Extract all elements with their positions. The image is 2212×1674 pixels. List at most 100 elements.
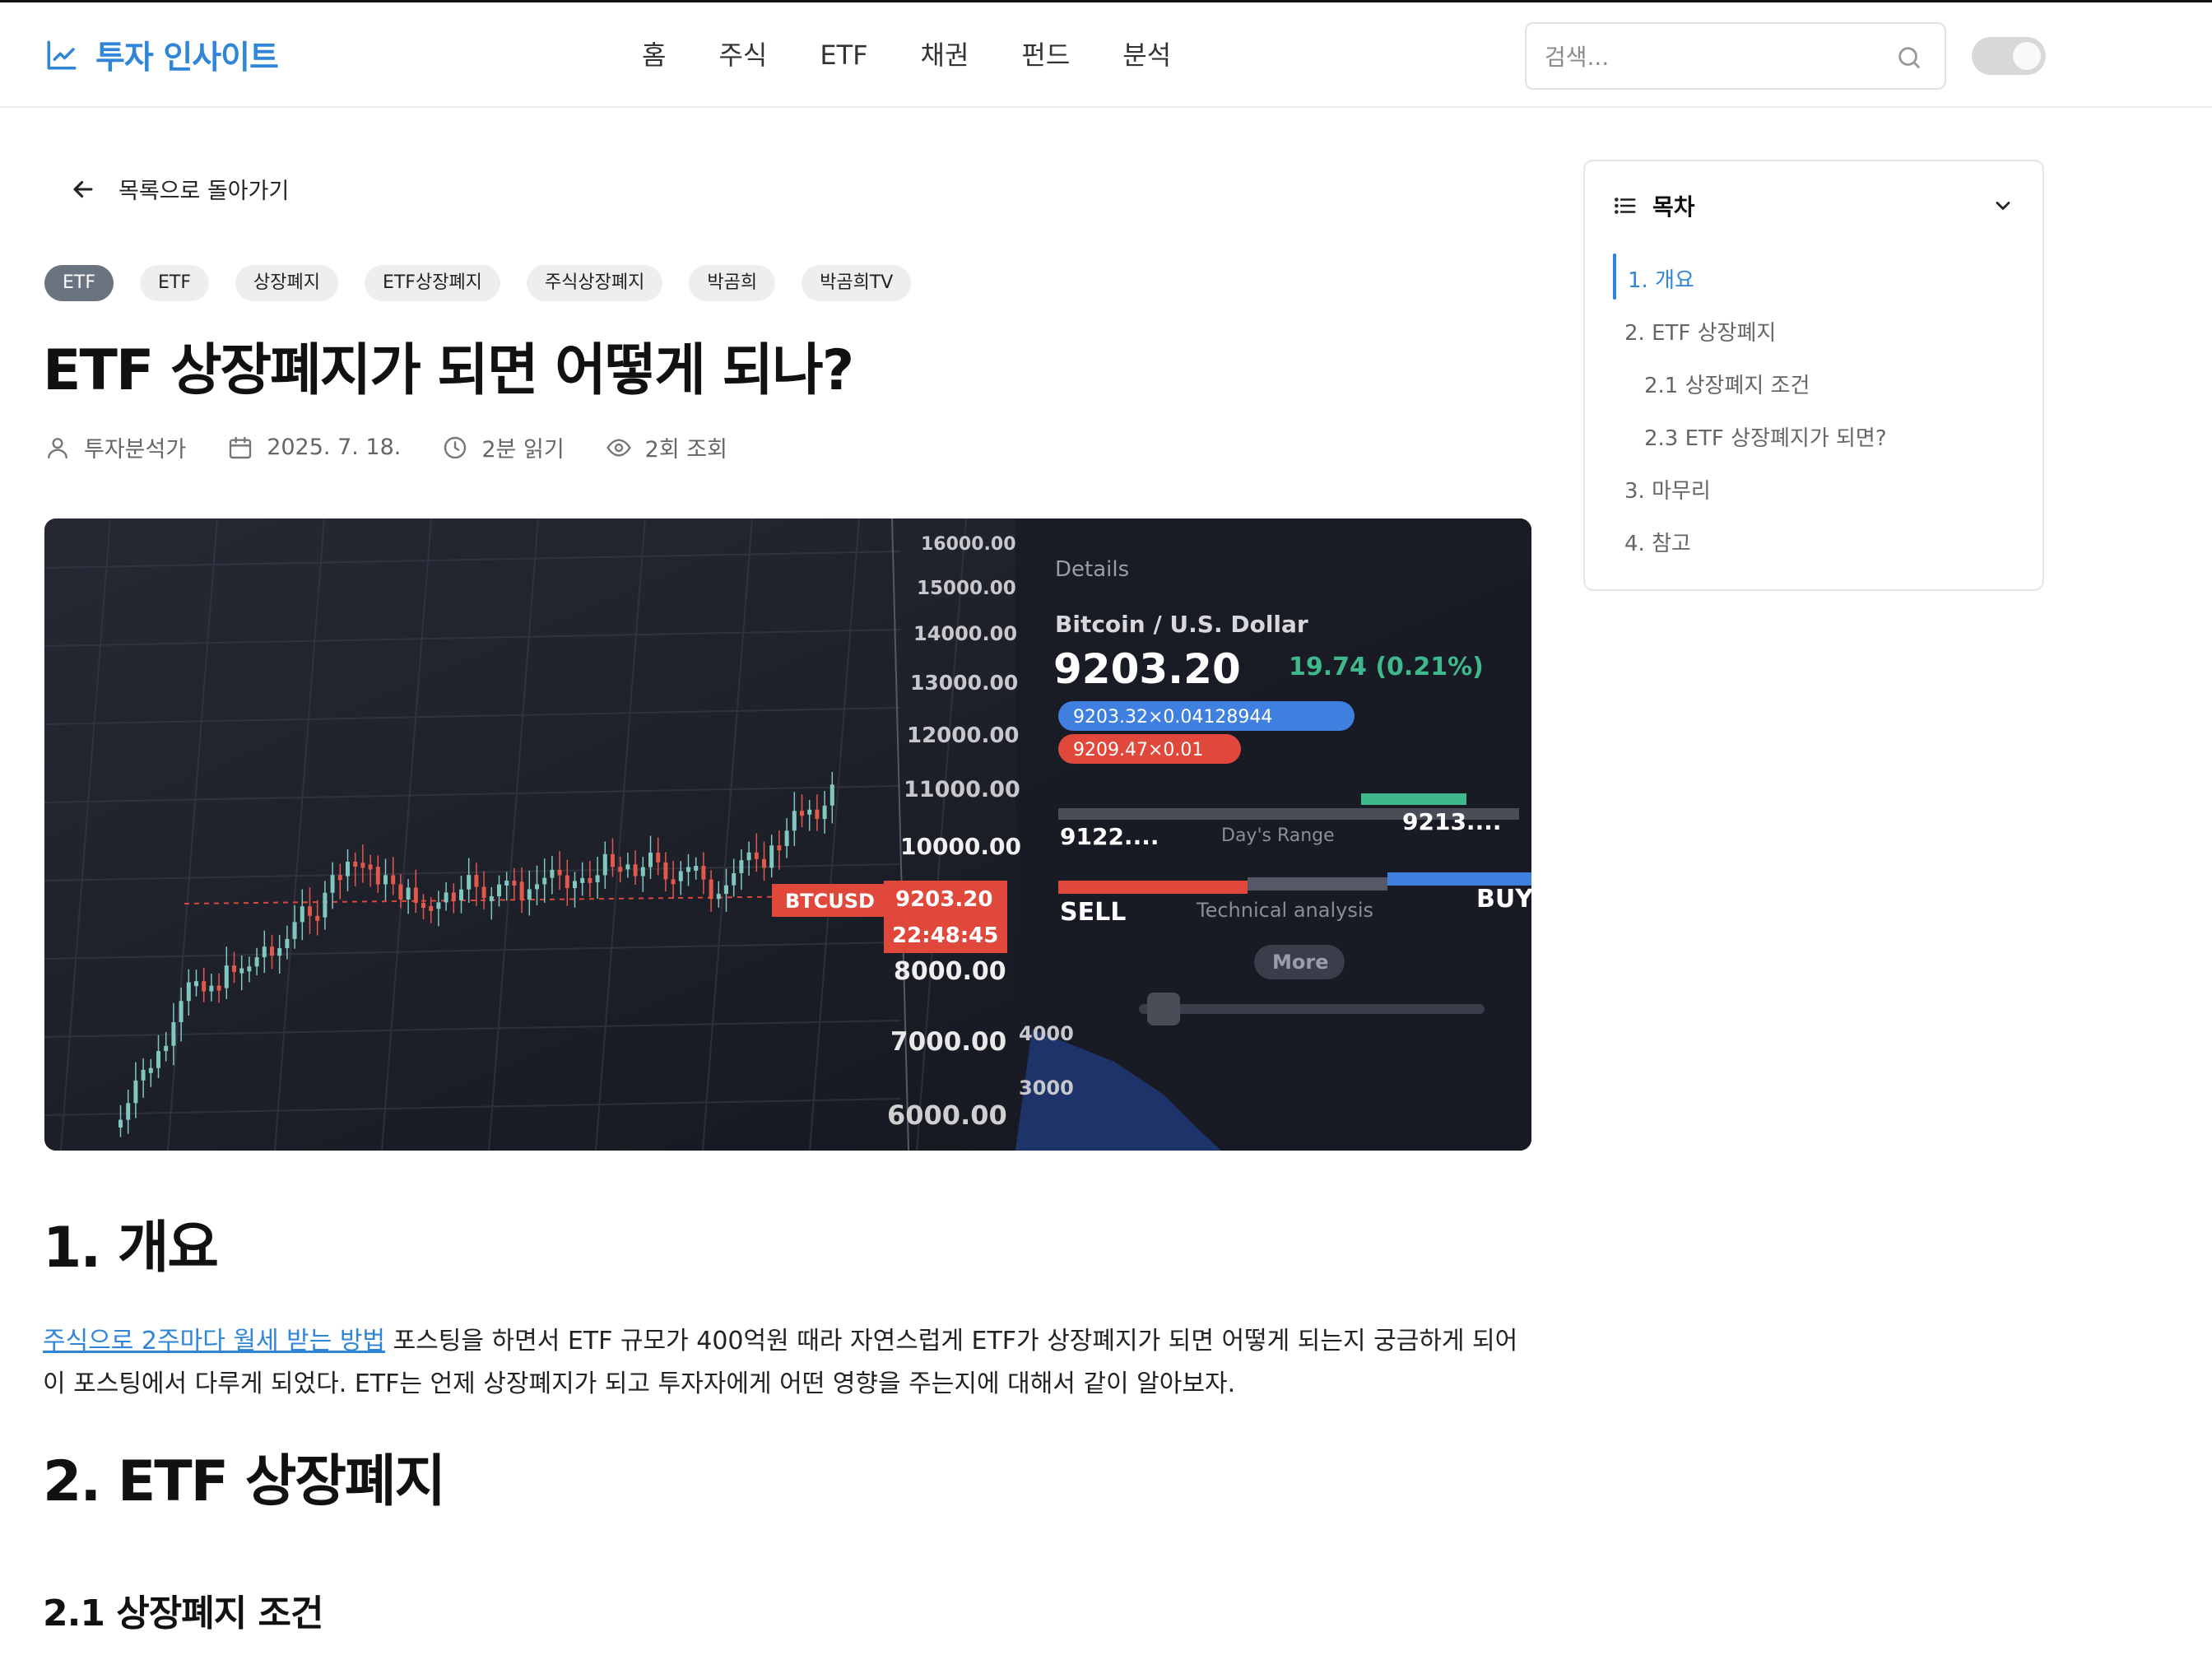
candle-body xyxy=(360,863,365,868)
price-tick: 14000.00 xyxy=(913,622,1017,645)
back-to-list-link[interactable]: 목록으로 돌아가기 xyxy=(69,173,289,205)
nav-item-home[interactable]: 홈 xyxy=(642,34,666,77)
candle-body xyxy=(716,894,721,900)
candle-body xyxy=(398,884,403,900)
search-icon[interactable] xyxy=(1895,44,1923,72)
candle-body xyxy=(709,879,713,900)
candle-body xyxy=(732,872,737,886)
candle-body xyxy=(656,852,661,863)
nav-item-funds[interactable]: 펀드 xyxy=(1021,34,1070,77)
view-count: 2회 조회 xyxy=(644,437,727,463)
more-label: More xyxy=(1272,951,1328,974)
section-paragraph: 주식으로 2주마다 월세 받는 방법 포스팅을 하면서 ETF 규모가 400억… xyxy=(43,1320,1532,1406)
candle-body xyxy=(769,845,774,868)
meta-date: 2025. 7. 18. xyxy=(227,435,401,461)
time-tag: 22:48:45 xyxy=(892,923,998,948)
candle-body xyxy=(815,809,820,820)
chevron-down-icon[interactable] xyxy=(1991,194,2014,217)
toc-item[interactable]: 2.3 ETF 상장폐지가 되면? xyxy=(1644,421,1887,452)
price-tick: 15000.00 xyxy=(917,578,1016,599)
candle-body xyxy=(148,1067,153,1073)
candle-body xyxy=(611,853,615,867)
section-heading-overview: 1. 개요 xyxy=(43,1216,219,1281)
zoom-slider-handle xyxy=(1147,993,1180,1025)
candle-body xyxy=(459,889,463,900)
nav-item-bonds[interactable]: 채권 xyxy=(921,34,969,77)
range-fill xyxy=(1361,793,1466,805)
buy-label: BUY xyxy=(1476,885,1531,914)
price-tick: 7000.00 xyxy=(890,1027,1006,1057)
candle-body xyxy=(383,875,388,885)
candle-body xyxy=(777,845,782,851)
candle-body xyxy=(535,884,539,890)
candle-body xyxy=(186,982,191,1002)
nav-item-etf[interactable]: ETF xyxy=(820,34,867,77)
range-high: 9213.... xyxy=(1402,808,1501,835)
candle-body xyxy=(519,881,524,900)
candle-body xyxy=(762,858,766,868)
candle-body xyxy=(542,877,547,885)
tag[interactable]: 주식상장폐지 xyxy=(526,265,663,301)
nav-item-analysis[interactable]: 분석 xyxy=(1122,34,1171,77)
candle-body xyxy=(550,869,555,878)
tag[interactable]: ETF xyxy=(44,265,114,301)
toc-item[interactable]: 2.1 상장폐지 조건 xyxy=(1644,369,1810,399)
tag[interactable]: 박곰희 xyxy=(689,265,776,301)
sell-label: SELL xyxy=(1060,898,1126,927)
tag[interactable]: ETF xyxy=(140,265,209,301)
candle-body xyxy=(557,869,562,876)
tag[interactable]: 상장폐지 xyxy=(235,265,338,301)
search-input[interactable] xyxy=(1545,39,1874,75)
theme-toggle[interactable] xyxy=(1972,37,2046,75)
toc-item[interactable]: 4. 참고 xyxy=(1624,527,1691,557)
meta-author: 투자분석가 xyxy=(44,431,186,463)
toc-header[interactable]: 목차 xyxy=(1613,189,1695,222)
toc-item[interactable]: 2. ETF 상장폐지 xyxy=(1624,316,1776,346)
candle-body xyxy=(413,887,418,904)
candle-body xyxy=(270,946,274,956)
candle-body xyxy=(292,922,297,939)
read-time: 2분 읽기 xyxy=(481,437,565,463)
details-label: Details xyxy=(1055,557,1129,582)
candle-body xyxy=(739,860,744,873)
toggle-knob xyxy=(2013,42,2041,70)
price-tick: 8000.00 xyxy=(894,957,1006,986)
candle-body xyxy=(686,867,690,872)
candle-body xyxy=(164,1045,169,1052)
price-tick: 6000.00 xyxy=(887,1100,1007,1131)
candle-body xyxy=(224,965,229,988)
toc-item[interactable]: 3. 마무리 xyxy=(1624,474,1711,505)
toc-item[interactable]: 1. 개요 xyxy=(1628,263,1694,294)
meta-read-time: 2분 읽기 xyxy=(442,431,565,463)
candle-body xyxy=(822,805,827,820)
candle-body xyxy=(232,965,236,973)
candle-body xyxy=(368,864,373,870)
back-link-label: 목록으로 돌아가기 xyxy=(118,179,290,204)
price-tick: 16000.00 xyxy=(921,534,1016,555)
candle-body xyxy=(573,881,577,889)
tag[interactable]: 박곰희TV xyxy=(802,265,912,301)
tag[interactable]: ETF상장폐지 xyxy=(364,265,500,301)
candle-body xyxy=(330,875,335,893)
candle-body xyxy=(194,981,198,987)
candle-body xyxy=(262,946,267,958)
range-label: Day's Range xyxy=(1221,825,1335,846)
candle-body xyxy=(141,1069,146,1081)
candle-body xyxy=(429,905,434,911)
candle-body xyxy=(126,1103,131,1120)
arrow-left-icon xyxy=(73,180,93,198)
clock-icon xyxy=(444,436,467,458)
site-logo[interactable]: 투자 인사이트 xyxy=(44,30,279,80)
depth-tick: 4000 xyxy=(1019,1022,1074,1045)
candle-body xyxy=(474,875,479,887)
related-post-link[interactable]: 주식으로 2주마다 월세 받는 방법 xyxy=(43,1327,385,1355)
candle-body xyxy=(451,892,456,900)
candle-body xyxy=(784,830,789,847)
candle-body xyxy=(724,885,728,895)
nav-item-stocks[interactable]: 주식 xyxy=(718,34,767,77)
neutral-bar xyxy=(1248,877,1387,890)
candle-body xyxy=(406,887,411,900)
candle-body xyxy=(633,864,638,877)
candle-body xyxy=(308,906,312,916)
table-of-contents: 목차 1. 개요 2. ETF 상장폐지 2.1 상장폐지 조건 2.3 ETF… xyxy=(1583,160,2044,591)
